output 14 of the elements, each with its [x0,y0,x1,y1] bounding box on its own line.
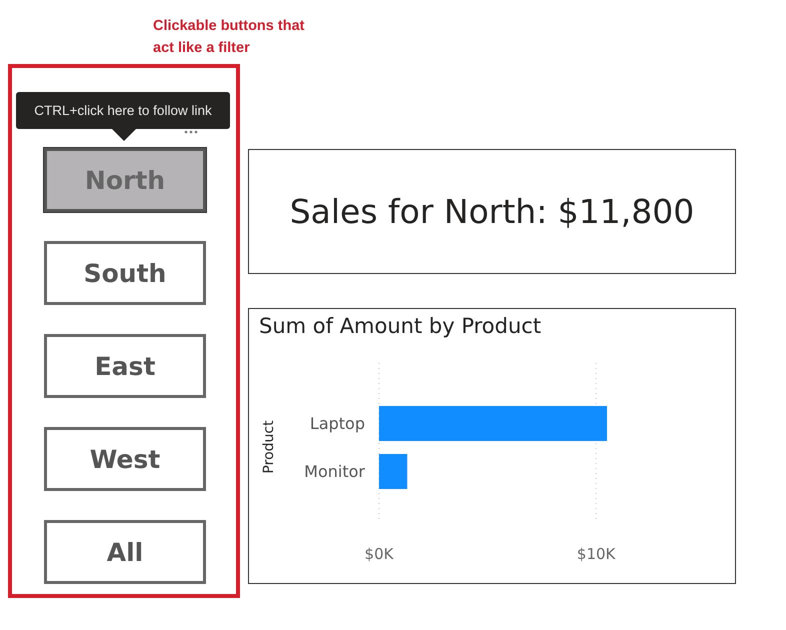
category-label: Monitor [304,462,365,481]
filter-button[interactable]: West [44,427,206,491]
annotation-text: Clickable buttons that act like a filter [153,17,306,58]
filter-button[interactable]: East [44,334,206,398]
axis-title: Product [261,420,277,474]
category-label: Laptop [310,414,365,433]
tooltip-pointer-icon [112,129,136,141]
more-options-icon[interactable] [184,130,198,134]
filter-button[interactable]: South [44,241,206,305]
axis-tick-label: $10K [576,545,616,563]
card-value: Sales for North: $11,800 [290,192,694,231]
filter-button[interactable]: All [44,520,206,584]
axis-tick-label: $0K [364,545,394,563]
chart-title: Sum of Amount by Product [258,313,542,340]
